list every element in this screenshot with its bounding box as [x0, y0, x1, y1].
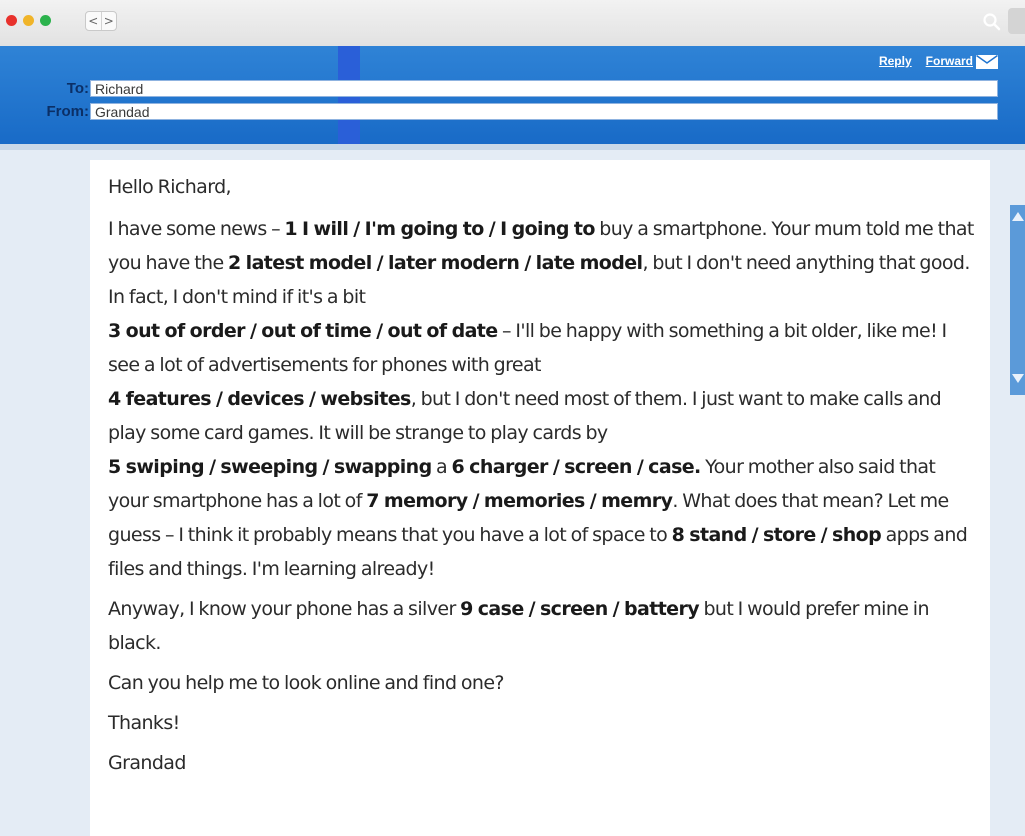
paragraph-2: Anyway, I know your phone has a silver 9…: [108, 592, 978, 660]
to-field[interactable]: Richard: [90, 80, 998, 97]
back-button[interactable]: <: [86, 12, 101, 30]
toolbar-edge: [1008, 8, 1025, 34]
scroll-up-icon[interactable]: [1012, 212, 1024, 221]
window-titlebar: < >: [0, 0, 1025, 46]
forward-link[interactable]: Forward: [926, 54, 973, 68]
text-run: Anyway, I know your phone has a silver: [108, 598, 461, 620]
text-run: a: [431, 456, 452, 478]
gap-6: 6 charger / screen / case.: [451, 456, 702, 478]
history-nav: < >: [85, 11, 117, 31]
search-icon[interactable]: [982, 12, 1002, 32]
envelope-icon[interactable]: [976, 55, 998, 69]
paragraph-1: I have some news – 1 I will / I'm going …: [108, 212, 978, 586]
zoom-window-button[interactable]: [40, 15, 51, 26]
scrollbar[interactable]: [1010, 205, 1025, 395]
scroll-down-icon[interactable]: [1012, 374, 1024, 383]
message-body: Hello Richard, I have some news – 1 I wi…: [108, 170, 978, 786]
greeting: Hello Richard,: [108, 176, 232, 198]
gap-2: 2 latest model / later modern / late mod…: [228, 252, 643, 274]
forward-nav-button[interactable]: >: [100, 12, 117, 30]
text-run: I have some news –: [108, 218, 285, 240]
email-actions: Reply Forward: [879, 54, 973, 68]
reply-link[interactable]: Reply: [879, 54, 912, 68]
paragraph-3: Can you help me to look online and find …: [108, 672, 505, 694]
gap-1: 1 I will / I'm going to / I going to: [284, 218, 595, 240]
from-field[interactable]: Grandad: [90, 103, 998, 120]
gap-7: 7 memory / memories / memry: [366, 490, 673, 512]
gap-4: 4 features / devices / websites: [108, 388, 411, 410]
from-row: From: Grandad: [0, 103, 1025, 123]
from-label: From:: [46, 103, 90, 120]
gap-5: 5 swiping / sweeping / swapping: [108, 456, 432, 478]
minimize-window-button[interactable]: [23, 15, 34, 26]
gap-3: 3 out of order / out of time / out of da…: [108, 320, 498, 342]
gap-8: 8 stand / store / shop: [671, 524, 882, 546]
signature: Grandad: [108, 752, 186, 774]
close-window-button[interactable]: [6, 15, 17, 26]
gap-9: 9 case / screen / battery: [460, 598, 700, 620]
paragraph-4: Thanks!: [108, 712, 180, 734]
to-row: To: Richard: [0, 80, 1025, 100]
to-label: To:: [66, 80, 89, 97]
